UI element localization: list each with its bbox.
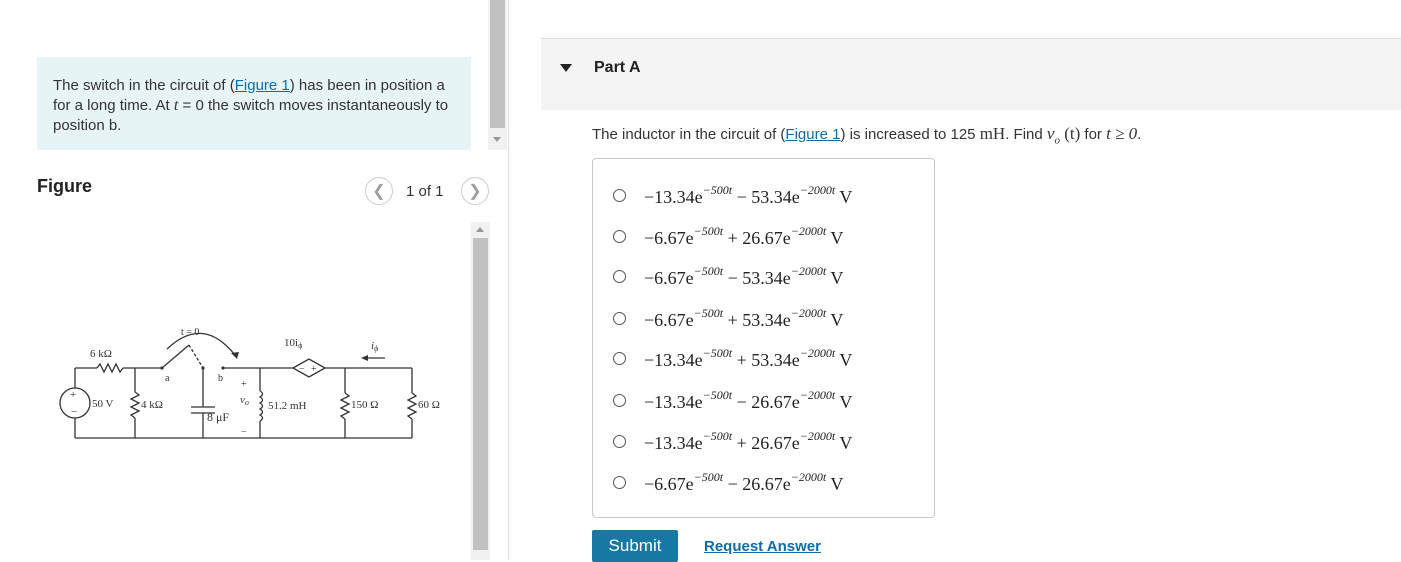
vo-plus: + <box>241 379 247 390</box>
prev-figure-button[interactable]: ❮ <box>365 177 393 205</box>
option-expression: −6.67e−500t + 53.34e−2000t V <box>644 306 844 330</box>
radio-button[interactable] <box>613 435 626 448</box>
option-expression: −6.67e−500t + 26.67e−2000t V <box>644 224 844 248</box>
r3-label: 150 Ω <box>351 399 378 411</box>
question-text-4: for <box>1080 126 1107 143</box>
chevron-right-icon: ❯ <box>468 183 482 200</box>
figure-pager: 1 of 1 <box>406 183 444 200</box>
radio-button[interactable] <box>613 476 626 489</box>
submit-button[interactable]: Submit <box>592 530 678 562</box>
option-3[interactable]: −6.67e−500t − 53.34e−2000t V <box>613 264 843 289</box>
option-8[interactable]: −6.67e−500t − 26.67e−2000t V <box>613 470 843 495</box>
option-expression: −6.67e−500t − 53.34e−2000t V <box>644 264 844 288</box>
position-b: b <box>218 373 223 384</box>
option-expression: −13.34e−500t + 26.67e−2000t V <box>644 429 853 453</box>
scroll-down-icon[interactable] <box>493 137 501 142</box>
radio-button[interactable] <box>613 189 626 202</box>
cap-label: 8 μF <box>207 410 229 424</box>
option-expression: −13.34e−500t − 26.67e−2000t V <box>644 388 853 412</box>
switch-label: t = 0 <box>181 327 199 338</box>
question-text-2: ) is increased to 125 <box>840 126 980 143</box>
question-figure-link[interactable]: Figure 1 <box>785 126 840 143</box>
source-minus: − <box>71 406 77 418</box>
option-expression: −6.67e−500t − 26.67e−2000t V <box>644 470 844 494</box>
part-a-header[interactable] <box>541 38 1401 110</box>
dep-source-plus: + <box>311 364 317 375</box>
condition: t ≥ 0 <box>1106 124 1138 143</box>
r2-label: 4 kΩ <box>141 399 163 411</box>
current-label: iϕ <box>371 340 378 353</box>
option-4[interactable]: −6.67e−500t + 53.34e−2000t V <box>613 306 843 331</box>
request-answer-link[interactable]: Request Answer <box>704 538 821 555</box>
question-text: The inductor in the circuit of (Figure 1… <box>592 124 1141 146</box>
part-title[interactable]: Part A <box>594 59 641 77</box>
radio-button[interactable] <box>613 312 626 325</box>
next-figure-button[interactable]: ❯ <box>461 177 489 205</box>
source-label: 50 V <box>92 398 114 410</box>
vo-minus: − <box>241 427 247 438</box>
option-6[interactable]: −13.34e−500t − 26.67e−2000t V <box>613 388 852 413</box>
question-text-1: The inductor in the circuit of ( <box>592 126 786 143</box>
option-1[interactable]: −13.34e−500t − 53.34e−2000t V <box>613 183 852 208</box>
option-expression: −13.34e−500t + 53.34e−2000t V <box>644 346 853 370</box>
caret-down-icon[interactable] <box>560 64 572 72</box>
question-text-3: . Find <box>1005 126 1047 143</box>
option-expression: −13.34e−500t − 53.34e−2000t V <box>644 183 853 207</box>
problem-intro: The switch in the circuit of (Figure 1) … <box>37 57 471 150</box>
radio-button[interactable] <box>613 270 626 283</box>
answer-options: −13.34e−500t − 53.34e−2000t V −6.67e−500… <box>592 158 935 518</box>
vo-label: vo <box>240 394 249 407</box>
source-plus: + <box>70 389 76 401</box>
radio-button[interactable] <box>613 394 626 407</box>
r1-label: 6 kΩ <box>90 348 112 360</box>
chevron-left-icon: ❮ <box>372 183 386 200</box>
r4-label: 60 Ω <box>418 399 440 411</box>
position-a: a <box>165 373 170 384</box>
figure-heading: Figure <box>37 176 93 196</box>
unit-mh: mH <box>979 124 1006 143</box>
dep-source-minus: − <box>299 364 305 375</box>
pane-divider <box>508 0 509 560</box>
vo-function: vo (t) <box>1046 124 1081 147</box>
dep-source-label: 10iϕ <box>284 337 302 350</box>
circuit-diagram: + − 50 V 6 kΩ 4 kΩ t = 0 a b 8 μF + vo −… <box>59 327 440 439</box>
inductor-label: 51.2 mH <box>268 400 307 412</box>
figure-scrollbar-thumb[interactable] <box>473 238 488 550</box>
option-7[interactable]: −13.34e−500t + 26.67e−2000t V <box>613 429 852 454</box>
option-5[interactable]: −13.34e−500t + 53.34e−2000t V <box>613 346 852 371</box>
left-pane-scrollbar-thumb[interactable] <box>490 0 505 128</box>
radio-button[interactable] <box>613 352 626 365</box>
scroll-up-icon[interactable] <box>476 227 484 232</box>
question-text-5: . <box>1137 126 1142 143</box>
intro-text: The switch in the circuit of ( <box>53 77 235 94</box>
figure-link[interactable]: Figure 1 <box>235 77 290 94</box>
radio-button[interactable] <box>613 230 626 243</box>
option-2[interactable]: −6.67e−500t + 26.67e−2000t V <box>613 224 843 249</box>
